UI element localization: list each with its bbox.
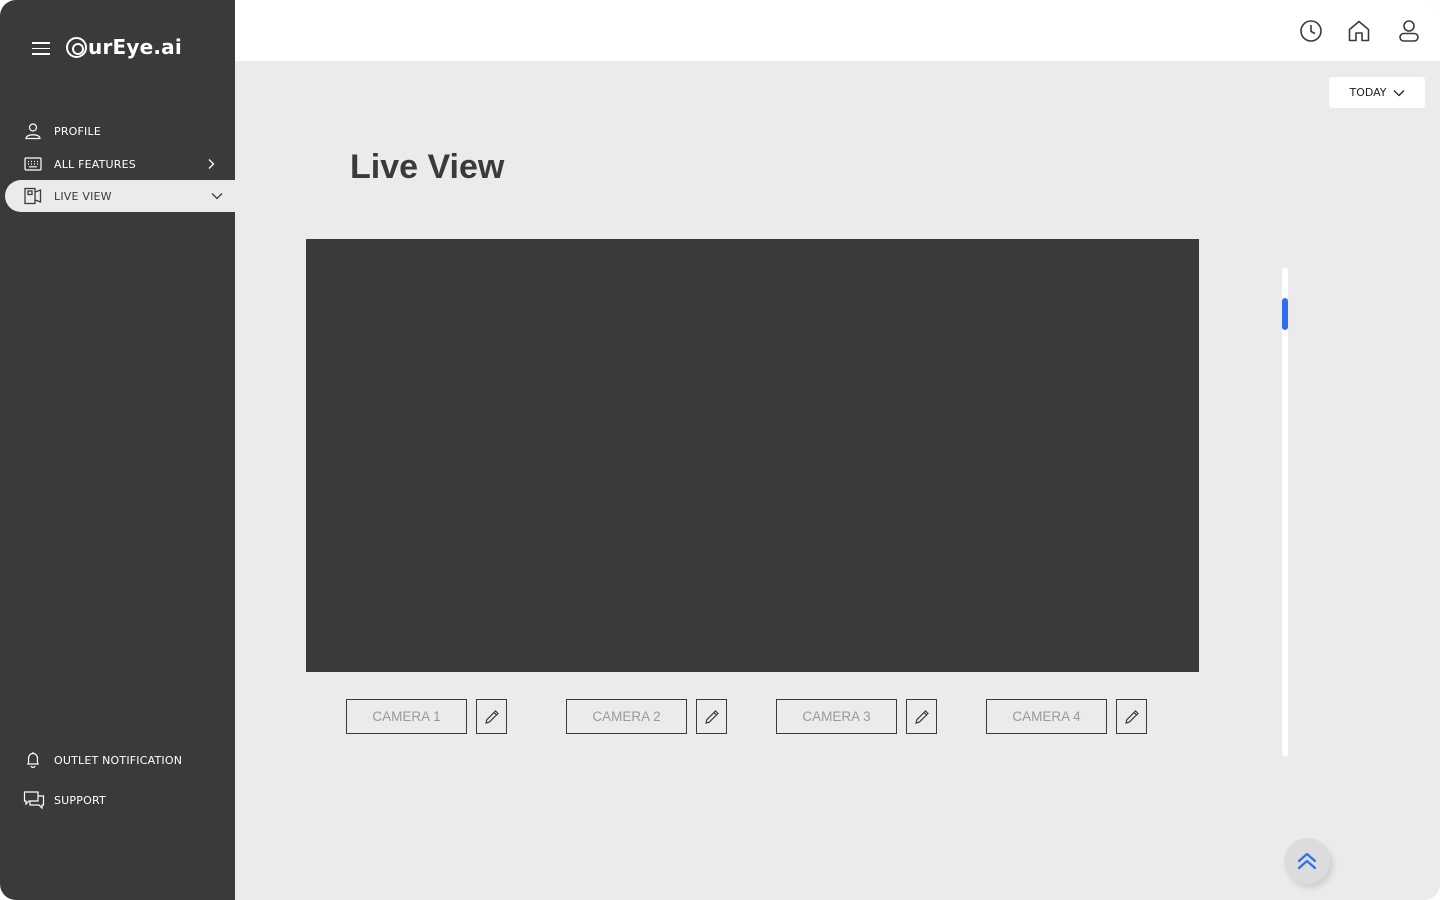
pencil-icon [1124, 709, 1139, 724]
sidebar-item-label: OUTLET NOTIFICATION [54, 753, 183, 767]
camera-view-icon [24, 187, 42, 205]
account-icon[interactable] [1396, 18, 1422, 44]
sidebar-item-label: LIVE VIEW [54, 189, 112, 203]
history-icon[interactable] [1298, 18, 1324, 44]
edit-camera-4-button[interactable] [1116, 699, 1147, 734]
edit-camera-3-button[interactable] [906, 699, 937, 734]
chevron-right-icon [208, 159, 215, 169]
pencil-icon [484, 709, 499, 724]
scrollbar-thumb[interactable] [1282, 298, 1288, 330]
top-bar [235, 0, 1440, 61]
sidebar-item-outlet-notification[interactable]: OUTLET NOTIFICATION [0, 745, 235, 775]
logo-text: urEye.ai [88, 35, 182, 59]
edit-camera-1-button[interactable] [476, 699, 507, 734]
camera-3-button[interactable]: CAMERA 3 [776, 699, 897, 734]
sidebar-item-label: PROFILE [54, 124, 101, 138]
bell-icon [27, 752, 39, 768]
chat-icon [23, 791, 45, 810]
home-icon[interactable] [1346, 18, 1372, 44]
sidebar-item-all-features[interactable]: ALL FEATURES [0, 149, 235, 179]
keyboard-icon [24, 157, 42, 171]
pencil-icon [914, 709, 929, 724]
page-title: Live View [350, 148, 505, 186]
sidebar-item-label: ALL FEATURES [54, 157, 136, 171]
date-filter-label: TODAY [1349, 86, 1387, 99]
menu-icon[interactable] [32, 42, 50, 55]
double-chevron-up-icon [1297, 852, 1317, 870]
scrollbar-track[interactable] [1282, 267, 1288, 757]
sidebar-item-profile[interactable]: PROFILE [0, 116, 235, 146]
date-filter-dropdown[interactable]: TODAY [1329, 77, 1425, 108]
camera-1-button[interactable]: CAMERA 1 [346, 699, 467, 734]
user-icon [25, 123, 41, 140]
sidebar: urEye.ai PROFILE ALL FEATURES LIVE VIEW … [0, 0, 250, 900]
sidebar-item-live-view[interactable]: LIVE VIEW [5, 180, 250, 212]
sidebar-item-label: SUPPORT [54, 793, 106, 807]
live-video-feed[interactable] [306, 239, 1199, 672]
app-window: urEye.ai PROFILE ALL FEATURES LIVE VIEW … [0, 0, 1440, 900]
edit-camera-2-button[interactable] [696, 699, 727, 734]
pencil-icon [704, 709, 719, 724]
camera-4-button[interactable]: CAMERA 4 [986, 699, 1107, 734]
sidebar-item-support[interactable]: SUPPORT [0, 785, 235, 815]
camera-2-button[interactable]: CAMERA 2 [566, 699, 687, 734]
chevron-down-icon [211, 193, 223, 200]
eye-logo-icon [66, 36, 87, 58]
logo[interactable]: urEye.ai [66, 35, 182, 59]
scroll-to-top-button[interactable] [1284, 838, 1330, 884]
chevron-down-icon [1393, 89, 1404, 96]
